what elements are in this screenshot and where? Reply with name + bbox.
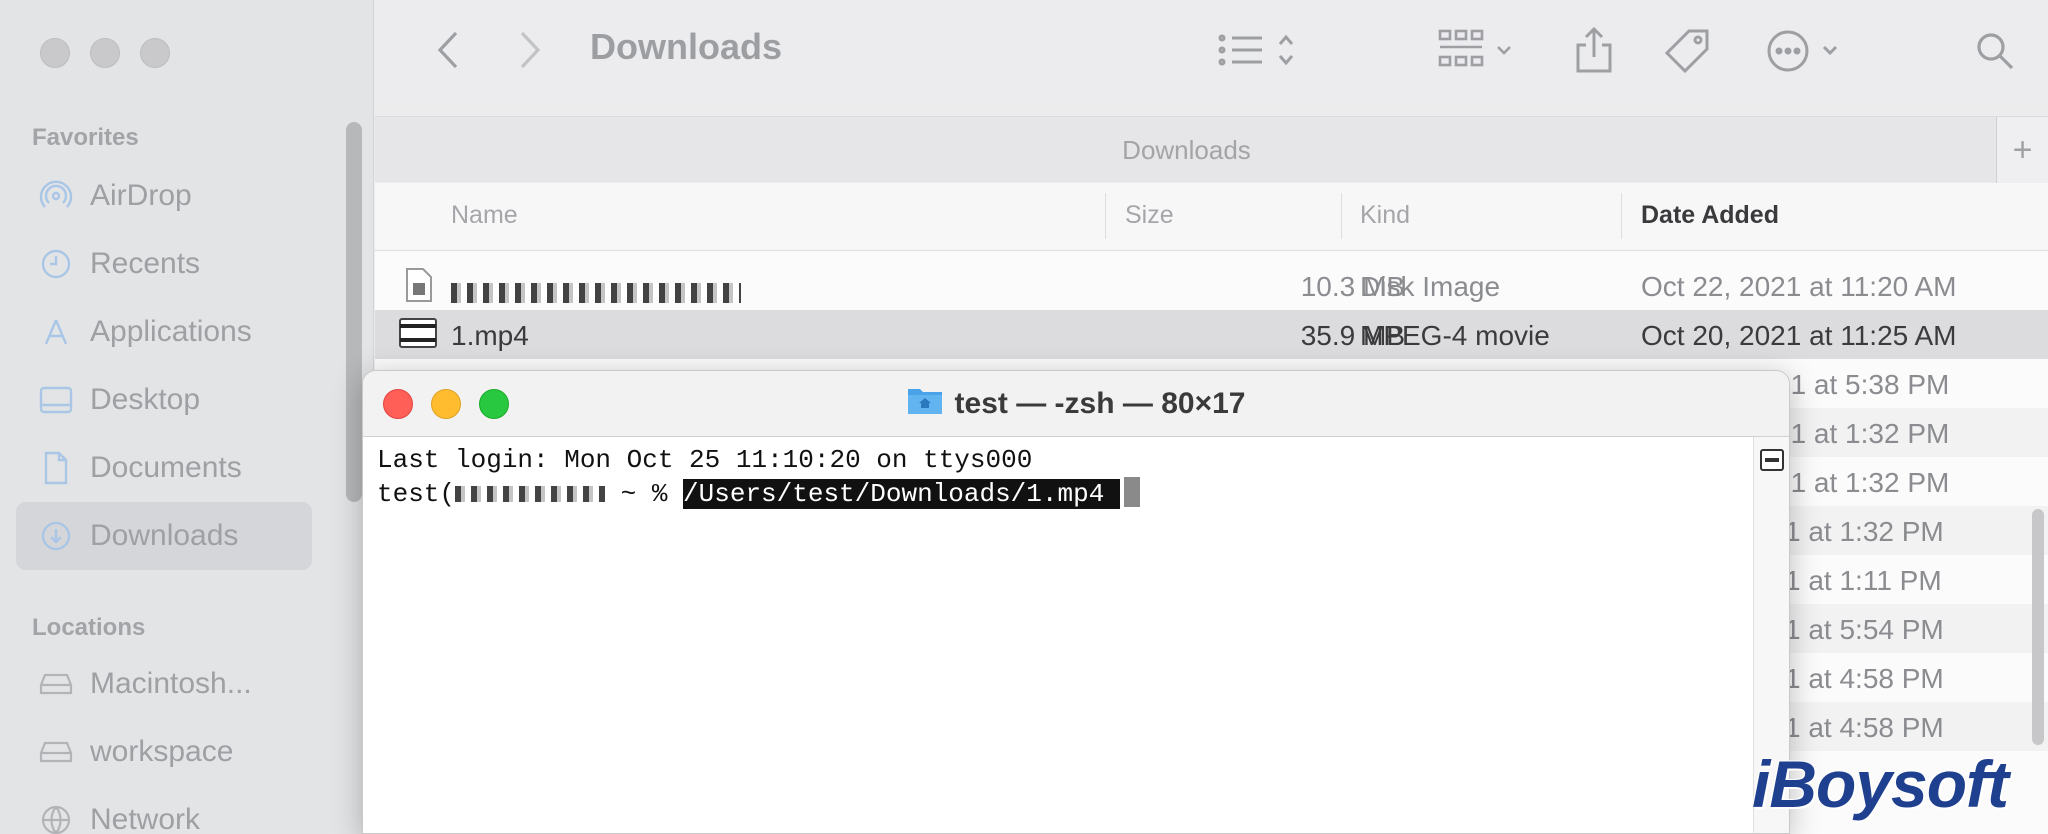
finder-sidebar: Favorites AirDrop Recents Applications D…: [0, 0, 374, 834]
column-header-name[interactable]: Name: [451, 201, 518, 230]
desktop-icon: [38, 382, 74, 418]
file-date: Oct 20, 2021 at 11:25 AM: [1641, 320, 1957, 351]
download-icon: [38, 518, 74, 554]
movie-file-icon: [399, 318, 437, 355]
sidebar-item-label: Applications: [90, 315, 252, 348]
column-header-date-added[interactable]: Date Added: [1641, 201, 1779, 230]
file-date: 1 at 4:58 PM: [1785, 663, 1944, 694]
prompt-user: test(: [377, 479, 456, 509]
file-date: 1 at 4:58 PM: [1785, 712, 1944, 743]
file-date: 1 at 1:32 PM: [1785, 516, 1944, 547]
forward-button[interactable]: [510, 28, 550, 72]
sidebar-item-applications[interactable]: Applications: [16, 298, 312, 366]
favorites-heading: Favorites: [32, 124, 139, 151]
sidebar-item-label: Documents: [90, 451, 242, 484]
file-date: 21 at 1:32 PM: [1775, 418, 1950, 449]
file-date: 21 at 5:38 PM: [1775, 369, 1950, 400]
sidebar-item-recents[interactable]: Recents: [16, 230, 312, 298]
share-icon[interactable]: [1572, 24, 1616, 76]
last-login-line: Last login: Mon Oct 25 11:10:20 on ttys0…: [377, 445, 1033, 475]
home-folder-icon: [907, 385, 943, 423]
airdrop-icon: [38, 178, 74, 214]
column-divider[interactable]: [1621, 193, 1622, 239]
document-icon: [38, 450, 74, 486]
sidebar-item-downloads[interactable]: Downloads: [16, 502, 312, 570]
window-title: Downloads: [590, 26, 783, 67]
disk-icon: [38, 666, 74, 702]
sidebar-item-label: Downloads: [90, 519, 239, 552]
clock-icon: [38, 246, 74, 282]
terminal-title: test — -zsh — 80×17: [363, 385, 1789, 423]
back-button[interactable]: [428, 28, 468, 72]
finder-close-button[interactable]: [40, 38, 70, 68]
file-kind: Disk Image: [1360, 271, 1501, 302]
terminal-output[interactable]: Last login: Mon Oct 25 11:10:20 on ttys0…: [377, 443, 1749, 511]
more-actions-button[interactable]: [1766, 28, 1850, 74]
file-row[interactable]: 10.3 MB Disk Image Oct 22, 2021 at 11:20…: [375, 261, 2048, 310]
tab-downloads[interactable]: Downloads: [375, 135, 1998, 166]
column-header-row: Name Size Kind Date Added: [375, 183, 2048, 251]
column-divider[interactable]: [1105, 193, 1106, 239]
finder-window-controls: [40, 38, 170, 68]
sidebar-item-label: AirDrop: [90, 179, 192, 212]
file-date: 21 at 1:32 PM: [1775, 467, 1950, 498]
sidebar-item-workspace[interactable]: workspace: [16, 718, 312, 786]
disk-image-icon: [405, 267, 433, 310]
finder-minimize-button[interactable]: [90, 38, 120, 68]
applications-icon: [38, 314, 74, 350]
file-date: 1 at 1:11 PM: [1785, 565, 1942, 596]
sidebar-item-label: Macintosh...: [90, 667, 252, 700]
globe-icon: [38, 802, 74, 834]
sidebar-item-label: Desktop: [90, 383, 201, 416]
terminal-title-text: test — -zsh — 80×17: [954, 387, 1246, 420]
terminal-cursor: [1123, 477, 1140, 507]
redacted-hostname: [455, 486, 606, 503]
column-divider[interactable]: [1341, 193, 1342, 239]
file-list-scrollbar[interactable]: [2032, 509, 2044, 745]
file-date: Oct 22, 2021 at 11:20 AM: [1641, 271, 1957, 302]
file-name: 1.mp4: [451, 320, 529, 351]
column-header-size[interactable]: Size: [1125, 201, 1174, 230]
sidebar-item-documents[interactable]: Documents: [16, 434, 312, 502]
new-tab-button[interactable]: +: [1996, 117, 2048, 183]
view-options-button[interactable]: [1216, 28, 1306, 72]
sidebar-item-label: Network: [90, 803, 201, 834]
prompt-suffix: ~ %: [605, 479, 684, 509]
group-button[interactable]: [1436, 26, 1526, 74]
sidebar-item-label: workspace: [90, 735, 234, 768]
terminal-window: test — -zsh — 80×17 Last login: Mon Oct …: [362, 370, 1790, 834]
redacted-file-name: [451, 275, 741, 307]
tab-bar: Downloads +: [375, 116, 2048, 183]
sidebar-item-label: Recents: [90, 247, 201, 280]
locations-heading: Locations: [32, 614, 146, 641]
tag-icon[interactable]: [1662, 26, 1712, 76]
search-icon[interactable]: [1972, 28, 2018, 74]
sidebar-scrollbar[interactable]: [346, 122, 362, 502]
sidebar-item-network[interactable]: Network: [16, 786, 312, 834]
terminal-titlebar: test — -zsh — 80×17: [363, 371, 1789, 437]
file-date: 1 at 5:54 PM: [1785, 614, 1944, 645]
finder-zoom-button[interactable]: [140, 38, 170, 68]
file-row-selected[interactable]: 1.mp4 35.9 MB MPEG-4 movie Oct 20, 2021 …: [375, 310, 2048, 359]
dragged-file-path: /Users/test/Downloads/1.mp4: [683, 479, 1120, 509]
watermark-logo: iBoysoft: [1752, 747, 2009, 821]
sidebar-item-desktop[interactable]: Desktop: [16, 366, 312, 434]
marks-icon[interactable]: [1760, 449, 1784, 471]
file-kind: MPEG-4 movie: [1360, 320, 1550, 351]
disk-icon: [38, 734, 74, 770]
column-header-kind[interactable]: Kind: [1360, 201, 1410, 230]
sidebar-item-airdrop[interactable]: AirDrop: [16, 162, 312, 230]
sidebar-item-macintosh[interactable]: Macintosh...: [16, 650, 312, 718]
